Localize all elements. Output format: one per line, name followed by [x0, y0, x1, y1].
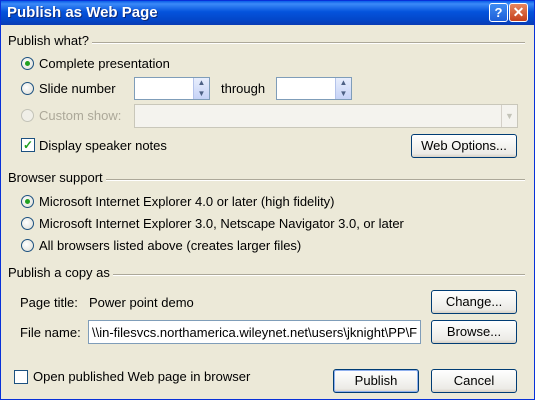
- divider: [92, 42, 525, 44]
- radio-ie4[interactable]: [21, 195, 34, 208]
- checkbox-open-in-browser[interactable]: [14, 370, 28, 384]
- web-options-button[interactable]: Web Options...: [411, 134, 517, 158]
- spin-up-icon[interactable]: ▲: [336, 78, 351, 89]
- close-button[interactable]: ✕: [509, 3, 528, 22]
- dialog-window: Publish as Web Page ? ✕ Publish what? Co…: [0, 0, 535, 400]
- radio-all-browsers[interactable]: [21, 239, 34, 252]
- window-title: Publish as Web Page: [7, 4, 158, 21]
- label-ie3-netscape[interactable]: Microsoft Internet Explorer 3.0, Netscap…: [39, 216, 404, 231]
- radio-complete-presentation[interactable]: [21, 57, 34, 70]
- browse-button[interactable]: Browse...: [431, 320, 517, 344]
- publish-what-heading: Publish what?: [8, 33, 89, 48]
- browser-support-heading: Browser support: [8, 170, 103, 185]
- divider: [106, 179, 525, 181]
- label-page-title: Page title:: [20, 295, 78, 310]
- radio-slide-number[interactable]: [21, 82, 34, 95]
- label-file-name: File name:: [20, 325, 81, 340]
- radio-ie3-netscape[interactable]: [21, 217, 34, 230]
- file-name-input[interactable]: \\in-filesvcs.northamerica.wileynet.net\…: [88, 320, 421, 344]
- spin-up-icon[interactable]: ▲: [194, 78, 209, 89]
- file-name-value: \\in-filesvcs.northamerica.wileynet.net\…: [92, 325, 418, 340]
- slide-from-input[interactable]: ▲ ▼: [134, 77, 210, 100]
- publish-button[interactable]: Publish: [333, 369, 419, 393]
- label-through: through: [221, 81, 266, 96]
- spin-down-icon[interactable]: ▼: [336, 89, 351, 100]
- checkbox-speaker-notes[interactable]: ✓: [21, 138, 35, 152]
- page-title-value: Power point demo: [89, 295, 194, 310]
- slide-from-spinner[interactable]: ▲ ▼: [193, 78, 209, 99]
- cancel-button[interactable]: Cancel: [431, 369, 517, 393]
- label-slide-number[interactable]: Slide number: [39, 81, 116, 96]
- label-speaker-notes[interactable]: Display speaker notes: [39, 138, 167, 153]
- custom-show-select[interactable]: ▼: [134, 104, 518, 128]
- slide-to-spinner[interactable]: ▲ ▼: [335, 78, 351, 99]
- chevron-down-icon[interactable]: ▼: [501, 105, 517, 127]
- label-ie4[interactable]: Microsoft Internet Explorer 4.0 or later…: [39, 194, 335, 209]
- change-button[interactable]: Change...: [431, 290, 517, 314]
- radio-custom-show[interactable]: [21, 109, 34, 122]
- label-complete-presentation[interactable]: Complete presentation: [39, 56, 170, 71]
- label-all-browsers[interactable]: All browsers listed above (creates large…: [39, 238, 301, 253]
- slide-to-input[interactable]: ▲ ▼: [276, 77, 352, 100]
- spin-down-icon[interactable]: ▼: [194, 89, 209, 100]
- help-button[interactable]: ?: [489, 3, 508, 22]
- publish-copy-heading: Publish a copy as: [8, 265, 110, 280]
- divider: [113, 274, 525, 276]
- label-open-in-browser[interactable]: Open published Web page in browser: [33, 369, 250, 384]
- title-bar[interactable]: Publish as Web Page ? ✕: [1, 1, 534, 25]
- label-custom-show: Custom show:: [39, 108, 122, 123]
